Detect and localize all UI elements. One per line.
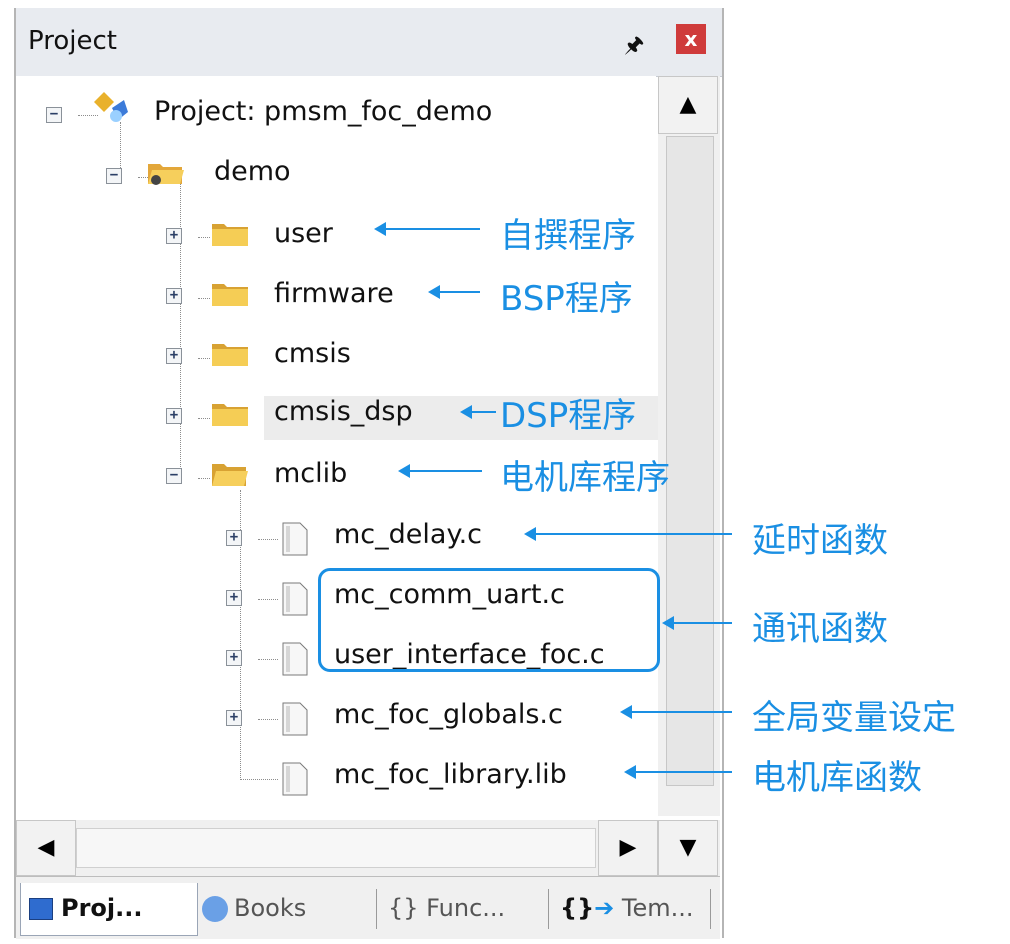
file-icon — [282, 582, 308, 616]
comm-group-box — [318, 568, 660, 672]
expand-icon[interactable]: + — [166, 348, 182, 364]
expand-icon[interactable]: + — [166, 288, 182, 304]
folder-icon — [212, 224, 248, 246]
file-icon — [282, 642, 308, 676]
file-icon — [282, 762, 308, 796]
scroll-down-button[interactable]: ▼ — [658, 820, 718, 876]
tab-functions-label: {} Func... — [388, 894, 506, 922]
tab-functions[interactable]: {} Func... — [388, 883, 505, 935]
horizontal-scroll-thumb[interactable] — [76, 828, 596, 868]
project-tree: − Project: pmsm_foc_demo − demo + user +… — [16, 76, 674, 816]
collapse-icon[interactable]: − — [46, 107, 62, 123]
tree-line — [198, 478, 210, 479]
expand-icon[interactable]: + — [226, 650, 242, 666]
tree-target-label[interactable]: demo — [214, 156, 291, 187]
annotation-comm: 通讯函数 — [752, 609, 888, 649]
scroll-left-button[interactable]: ◀ — [16, 820, 76, 876]
annotation-globals: 全局变量设定 — [752, 698, 956, 738]
tab-templates-label: Tem... — [621, 894, 694, 922]
annotation-arrow — [398, 464, 482, 478]
tab-separator — [710, 889, 711, 929]
annotation-arrow — [624, 765, 732, 779]
tree-line — [258, 539, 278, 540]
books-icon — [202, 896, 228, 922]
annotation-firmware: BSP程序 — [500, 279, 633, 319]
annotation-cmsis-dsp: DSP程序 — [500, 396, 637, 436]
tree-line — [198, 237, 210, 238]
folder-icon — [212, 344, 248, 366]
panel-tabs: Proj... Books {} Func... {}➔ Tem... — [16, 876, 720, 939]
expand-icon[interactable]: + — [226, 530, 242, 546]
expand-icon[interactable]: + — [226, 590, 242, 606]
tree-line — [258, 719, 278, 720]
templates-icon: {} — [560, 894, 595, 922]
folder-icon — [212, 284, 248, 306]
tab-project[interactable]: Proj... — [20, 883, 198, 936]
tree-line — [198, 358, 210, 359]
expand-icon[interactable]: + — [166, 408, 182, 424]
file-icon — [282, 522, 308, 556]
tab-books-label: Books — [234, 894, 307, 922]
annotation-mc-delay: 延时函数 — [752, 521, 888, 561]
tab-separator — [548, 889, 549, 929]
panel-title: Project — [28, 26, 117, 56]
tree-line — [258, 659, 278, 660]
tree-line — [258, 599, 278, 600]
tree-line — [198, 298, 210, 299]
open-folder-icon — [212, 464, 248, 486]
horizontal-scrollbar[interactable]: ◀ ▶ ▼ — [16, 820, 720, 876]
tree-group-mclib[interactable]: mclib — [274, 458, 347, 489]
annotation-arrow — [374, 222, 480, 236]
target-folder-icon — [148, 164, 184, 185]
tree-group-user[interactable]: user — [274, 218, 333, 249]
expand-icon[interactable]: + — [166, 228, 182, 244]
panel-titlebar: Project 🖈 x — [16, 8, 722, 77]
vertical-scroll-thumb[interactable] — [666, 136, 714, 786]
scroll-up-button[interactable]: ▲ — [658, 76, 718, 134]
expand-icon[interactable]: + — [226, 710, 242, 726]
tree-group-cmsis[interactable]: cmsis — [274, 338, 351, 369]
tab-books[interactable]: Books — [202, 883, 306, 935]
tab-separator — [376, 889, 377, 929]
tree-file-mc-foc-globals[interactable]: mc_foc_globals.c — [334, 699, 563, 730]
pin-icon[interactable]: 🖈 — [624, 28, 644, 66]
tree-root-label[interactable]: Project: pmsm_foc_demo — [154, 96, 492, 127]
tree-group-firmware[interactable]: firmware — [274, 278, 394, 309]
scroll-right-button[interactable]: ▶ — [598, 820, 658, 876]
tree-file-mc-foc-library[interactable]: mc_foc_library.lib — [334, 759, 567, 790]
collapse-icon[interactable]: − — [166, 468, 182, 484]
vertical-scrollbar[interactable]: ▲ — [658, 76, 720, 816]
annotation-mclib: 电机库程序 — [500, 458, 670, 498]
close-button[interactable]: x — [676, 24, 706, 54]
tree-line — [180, 184, 181, 469]
annotation-arrow — [460, 405, 496, 419]
arrow-icon: ➔ — [594, 894, 615, 922]
annotation-library: 电机库函数 — [752, 758, 922, 798]
collapse-icon[interactable]: − — [106, 168, 122, 184]
project-icon — [94, 92, 128, 122]
folder-icon — [212, 404, 248, 426]
annotation-user: 自撰程序 — [500, 216, 636, 256]
tree-line — [198, 418, 210, 419]
annotation-arrow — [620, 705, 732, 719]
file-icon — [282, 702, 308, 736]
annotation-arrow — [428, 285, 480, 299]
project-tab-icon — [29, 898, 53, 920]
annotation-arrow — [524, 527, 732, 541]
tab-templates[interactable]: {}➔ Tem... — [560, 883, 694, 935]
tab-project-label: Proj... — [61, 894, 143, 922]
tree-file-mc-delay[interactable]: mc_delay.c — [334, 519, 482, 550]
tree-line — [240, 779, 278, 780]
annotation-arrow — [662, 616, 732, 630]
